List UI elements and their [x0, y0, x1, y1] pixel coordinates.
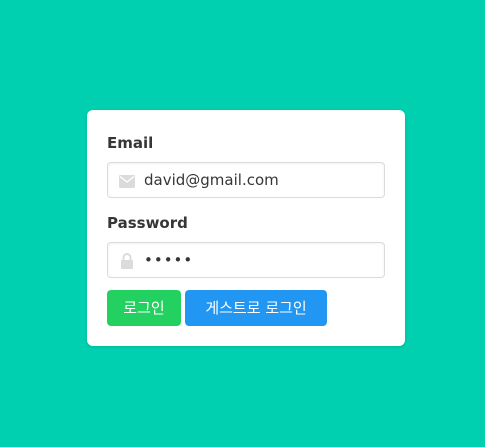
- password-value: •••••: [144, 251, 194, 269]
- login-button[interactable]: 로그인: [107, 290, 181, 326]
- email-value: david@gmail.com: [144, 171, 279, 189]
- password-field[interactable]: •••••: [107, 242, 385, 278]
- email-label: Email: [107, 134, 154, 152]
- guest-login-button[interactable]: 게스트로 로그인: [185, 290, 327, 326]
- password-label: Password: [107, 214, 188, 232]
- login-card: Email david@gmail.com Password ••••• 로그인…: [87, 110, 405, 346]
- email-field[interactable]: david@gmail.com: [107, 162, 385, 198]
- envelope-icon: [118, 172, 136, 190]
- lock-icon: [118, 252, 136, 270]
